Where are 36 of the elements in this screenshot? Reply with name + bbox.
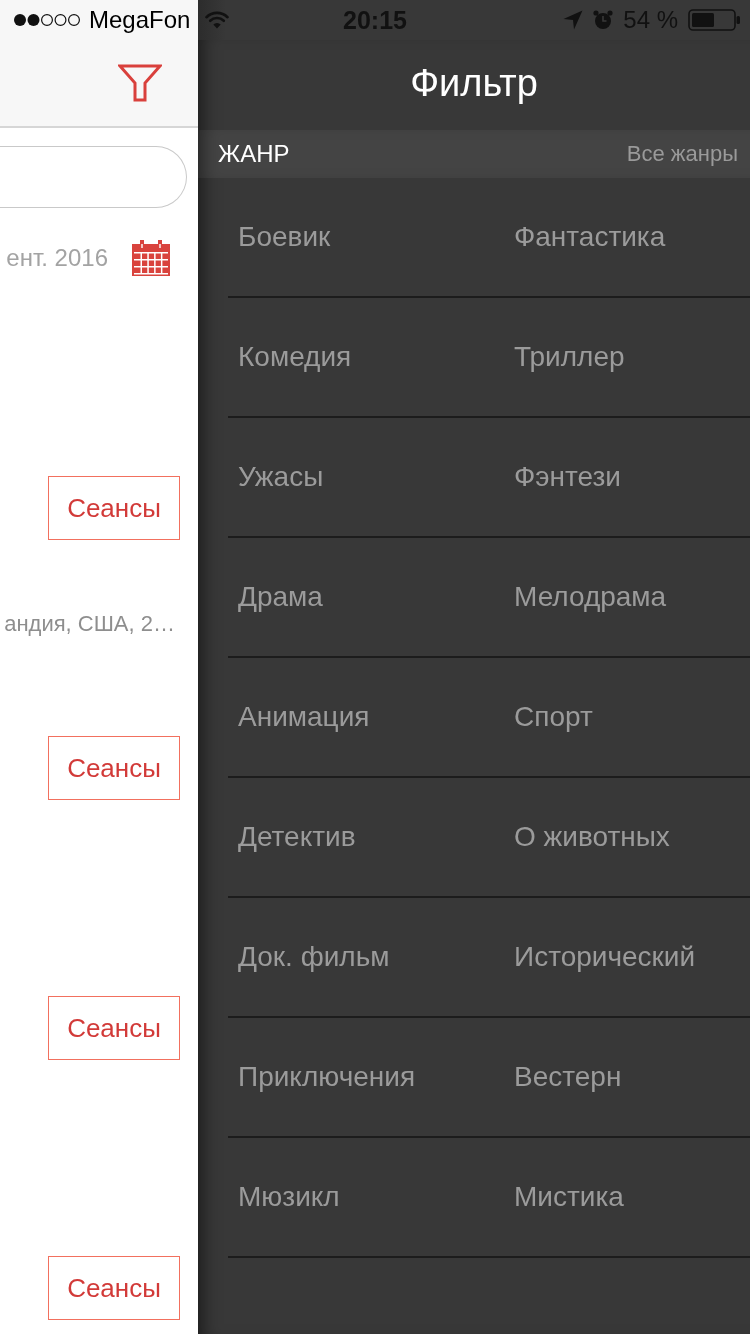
all-genres-link[interactable]: Все жанры [626,141,738,167]
genre-option[interactable]: О животных [504,778,750,898]
genre-option[interactable]: Драма [228,538,504,658]
movie-info-text: андия, США, 2… [4,612,176,636]
genre-option[interactable]: Вестерн [504,1018,750,1138]
showtimes-button[interactable]: Сеансы [48,476,180,540]
battery-icon [688,9,740,31]
genre-option[interactable]: Ужасы [228,418,504,538]
genre-option[interactable]: Спорт [504,658,750,778]
location-arrow-icon [563,10,584,30]
carrier-name: MegaFon [89,6,191,34]
genre-option[interactable]: Мистика [504,1138,750,1258]
genre-option[interactable]: Приключения [228,1018,504,1138]
signal-strength-icon [13,13,81,27]
genre-option[interactable]: Фантастика [504,178,750,298]
genre-option[interactable]: Анимация [228,658,504,778]
showtimes-button[interactable]: Сеансы [48,996,180,1060]
section-title: ЖАНР [218,140,290,168]
date-text[interactable]: ент. 2016 [6,244,108,272]
search-field[interactable] [0,146,187,208]
genre-option[interactable]: Мюзикл [228,1138,504,1258]
genre-option[interactable]: Комедия [228,298,504,418]
alarm-clock-icon [593,10,614,30]
drawer-title: Фильтр [410,61,538,105]
calendar-icon[interactable] [132,240,170,276]
genre-option[interactable]: Триллер [504,298,750,418]
showtimes-button[interactable]: Сеансы [48,1256,180,1320]
showtimes-button[interactable]: Сеансы [48,736,180,800]
filter-icon[interactable] [118,64,162,102]
genre-option[interactable]: Боевик [228,178,504,298]
wifi-icon [205,11,230,29]
genre-option[interactable]: Мелодрама [504,538,750,658]
genre-option[interactable]: Детектив [228,778,504,898]
genre-option[interactable]: Исторический [504,898,750,1018]
genre-option[interactable]: Док. фильм [228,898,504,1018]
genre-option[interactable]: Фэнтези [504,418,750,538]
